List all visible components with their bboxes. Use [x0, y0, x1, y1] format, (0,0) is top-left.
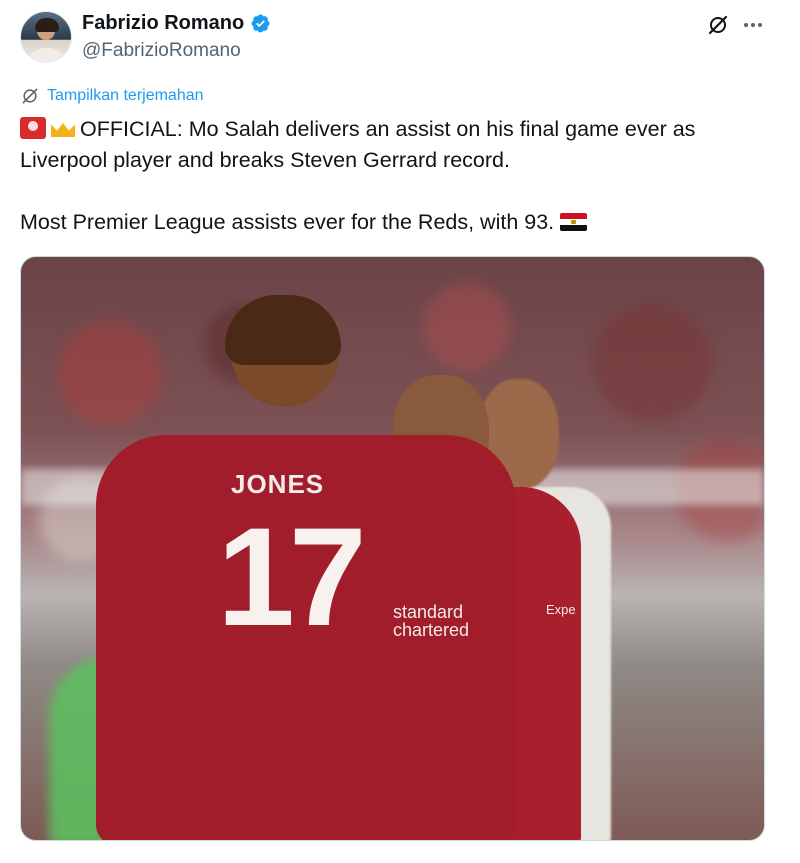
rotating-light-emoji-icon	[20, 117, 46, 139]
tweet-line-1: OFFICIAL: Mo Salah delivers an assist on…	[20, 117, 696, 172]
photo-sponsor-line-2: chartered	[393, 620, 470, 640]
photo-sponsor-line-1: standard	[393, 602, 464, 622]
show-translation-link[interactable]: Tampilkan terjemahan	[47, 87, 204, 105]
grok-icon[interactable]	[706, 13, 730, 37]
avatar-shirt	[27, 48, 67, 62]
author-display-name[interactable]: Fabrizio Romano	[82, 12, 244, 35]
more-dot	[758, 23, 762, 27]
photo-sponsor-text: standard chartered	[393, 603, 469, 639]
author-avatar[interactable]	[20, 11, 72, 63]
verified-badge-icon	[251, 14, 270, 33]
more-dot	[751, 23, 755, 27]
egypt-flag-emoji-icon	[560, 213, 588, 231]
translate-row[interactable]: Tampilkan terjemahan	[20, 86, 204, 106]
author-handle[interactable]: @FabrizioRomano	[82, 40, 241, 62]
crown-emoji-icon	[50, 117, 76, 139]
photo-jersey-name: JONES	[231, 469, 325, 499]
tweet-line-2: Most Premier League assists ever for the…	[20, 210, 555, 234]
tweet-photo[interactable]: JONES 17 standard chartered Expe	[20, 256, 765, 841]
tweet-paragraph-2: Most Premier League assists ever for the…	[20, 207, 760, 238]
avatar-hair	[35, 18, 59, 32]
author-name-row[interactable]: Fabrizio Romano	[82, 12, 271, 35]
photo-sleeve-sponsor: Expe	[546, 602, 576, 617]
tweet-paragraph-1: OFFICIAL: Mo Salah delivers an assist on…	[20, 114, 760, 176]
more-dot	[744, 23, 748, 27]
photo-jersey-number: 17	[217, 498, 367, 655]
translate-icon	[22, 88, 38, 104]
more-options-icon[interactable]	[741, 13, 765, 37]
tweet-text: OFFICIAL: Mo Salah delivers an assist on…	[20, 114, 760, 238]
